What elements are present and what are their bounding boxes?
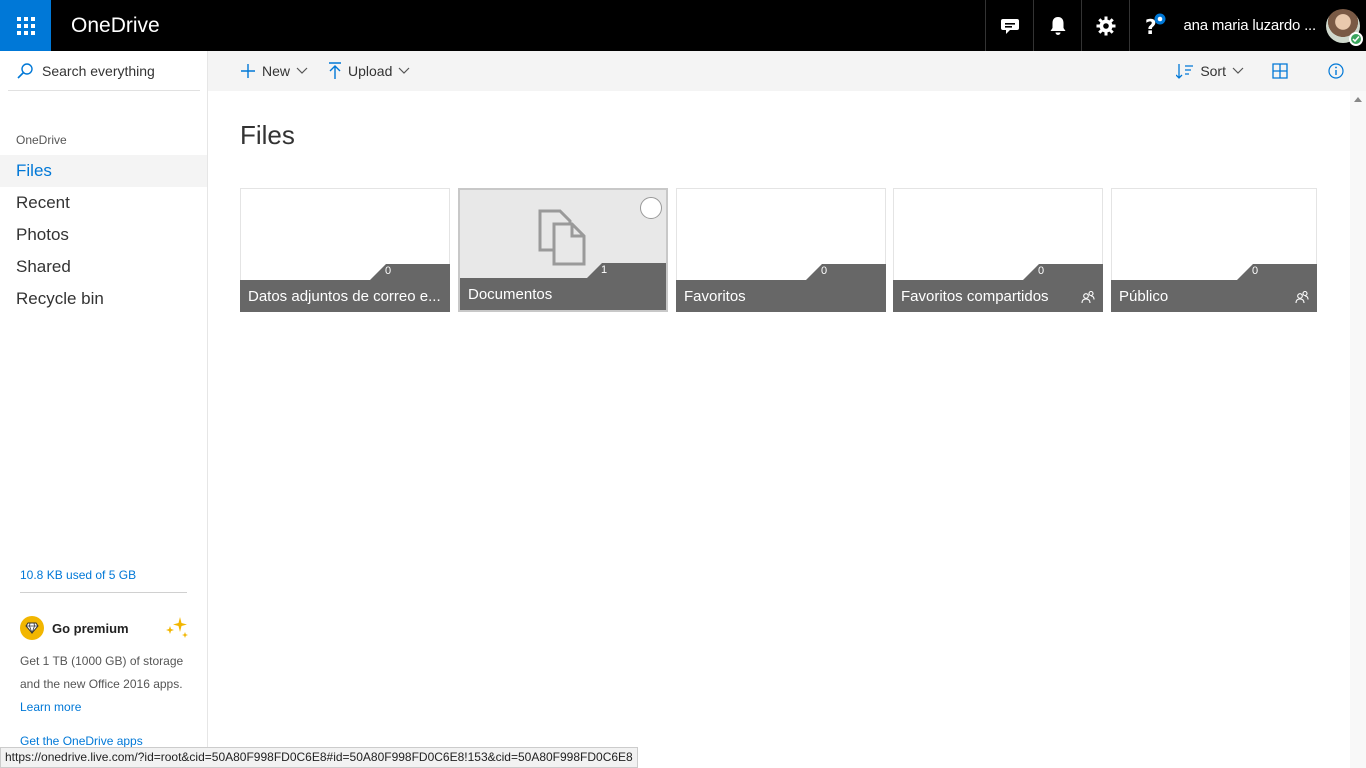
app-title[interactable]: OneDrive [71, 14, 160, 38]
user-name: ana maria luzardo ... [1183, 17, 1316, 34]
nav-item-label: Shared [16, 257, 71, 276]
sparkle-icon [166, 617, 188, 638]
shared-people-icon [1081, 290, 1095, 304]
select-checkbox[interactable] [640, 197, 662, 219]
nav-item-photos[interactable]: Photos [0, 219, 207, 251]
premium-promo: Go premium Get 1 TB (1000 GB) of storage… [20, 616, 190, 719]
storage-usage-link[interactable]: 10.8 KB used of 5 GB [20, 568, 136, 582]
nav-item-files[interactable]: Files [0, 155, 207, 187]
chevron-down-icon [1232, 67, 1244, 74]
feedback-button[interactable] [985, 0, 1033, 51]
item-count-badge: 0 [370, 264, 450, 280]
search-input[interactable] [42, 62, 192, 79]
view-switch-button[interactable] [1254, 51, 1306, 91]
notifications-button[interactable] [1033, 0, 1081, 51]
sort-label: Sort [1200, 63, 1226, 79]
upload-button[interactable]: Upload [318, 51, 420, 91]
new-button[interactable]: New [230, 51, 318, 91]
search-box[interactable] [8, 51, 200, 91]
item-count-badge: 0 [1023, 264, 1103, 280]
grid-view-icon [1272, 63, 1288, 79]
premium-description: Get 1 TB (1000 GB) of storage and the ne… [20, 654, 184, 691]
shared-people-icon [1295, 290, 1309, 304]
feedback-icon [1000, 18, 1019, 34]
learn-more-link[interactable]: Learn more [20, 696, 190, 719]
status-bar-url: https://onedrive.live.com/?id=root&cid=5… [0, 747, 638, 768]
nav-item-label: Recycle bin [16, 289, 104, 308]
nav-item-shared[interactable]: Shared [0, 251, 207, 283]
folder-tile-selected[interactable]: 1 Documentos [458, 188, 668, 312]
documents-icon [538, 209, 586, 266]
upload-icon [329, 62, 342, 79]
sort-icon [1176, 64, 1194, 79]
folder-tile[interactable]: 0 Datos adjuntos de correo e... [240, 188, 450, 312]
tile-footer: Favoritos compartidos [893, 280, 1103, 312]
scroll-up-icon[interactable] [1354, 97, 1362, 102]
upload-label: Upload [348, 63, 393, 79]
page-title: Files [240, 120, 295, 150]
get-apps-link[interactable]: Get the OneDrive apps [20, 734, 143, 748]
chevron-down-icon [296, 67, 308, 74]
folder-tile[interactable]: 0 Público [1111, 188, 1317, 312]
item-count-badge: 0 [1237, 264, 1317, 280]
settings-button[interactable] [1081, 0, 1129, 51]
chevron-down-icon [398, 67, 410, 74]
divider [20, 592, 187, 593]
nav-item-recycle-bin[interactable]: Recycle bin [0, 283, 207, 315]
tile-footer: Documentos [460, 278, 666, 310]
item-count-badge: 0 [806, 264, 886, 280]
folder-tile[interactable]: 0 Favoritos [676, 188, 886, 312]
tile-footer: Datos adjuntos de correo e... [240, 280, 450, 312]
nav-list: Files Recent Photos Shared Recycle bin [0, 155, 207, 315]
vertical-scrollbar[interactable] [1350, 91, 1366, 768]
command-bar: New Upload Sort [208, 51, 1366, 91]
nav-item-recent[interactable]: Recent [0, 187, 207, 219]
new-label: New [262, 63, 291, 79]
search-icon [17, 62, 33, 79]
folder-name: Público [1119, 287, 1169, 305]
help-button[interactable]: ? [1129, 0, 1177, 51]
item-count-badge: 1 [586, 263, 666, 279]
plus-icon [241, 64, 255, 78]
nav-section-label: OneDrive [16, 133, 67, 147]
diamond-icon [20, 616, 44, 640]
premium-title: Go premium [52, 620, 129, 636]
info-button[interactable] [1306, 51, 1366, 91]
online-status-icon [1349, 31, 1363, 46]
nav-item-label: Files [16, 161, 52, 180]
account-menu[interactable]: ana maria luzardo ... [1177, 0, 1366, 51]
folder-name: Favoritos [684, 287, 746, 305]
info-icon [1328, 63, 1344, 79]
avatar [1326, 8, 1363, 46]
folder-tile[interactable]: 0 Favoritos compartidos [893, 188, 1103, 312]
folder-name: Datos adjuntos de correo e... [248, 287, 441, 305]
left-nav: OneDrive Files Recent Photos Shared Recy… [0, 51, 208, 768]
nav-item-label: Recent [16, 193, 70, 212]
nav-item-label: Photos [16, 225, 69, 244]
folder-name: Favoritos compartidos [901, 287, 1049, 305]
tile-footer: Favoritos [676, 280, 886, 312]
tile-footer: Público [1111, 280, 1317, 312]
app-launcher-icon [16, 16, 35, 35]
sort-button[interactable]: Sort [1166, 51, 1254, 91]
help-icon: ? [1145, 13, 1166, 39]
bell-icon [1050, 16, 1066, 35]
folder-name: Documentos [468, 285, 553, 303]
top-bar: OneDrive ? ana maria luzardo ... [0, 0, 1366, 51]
gear-icon [1096, 16, 1116, 35]
app-launcher-button[interactable] [0, 0, 51, 51]
